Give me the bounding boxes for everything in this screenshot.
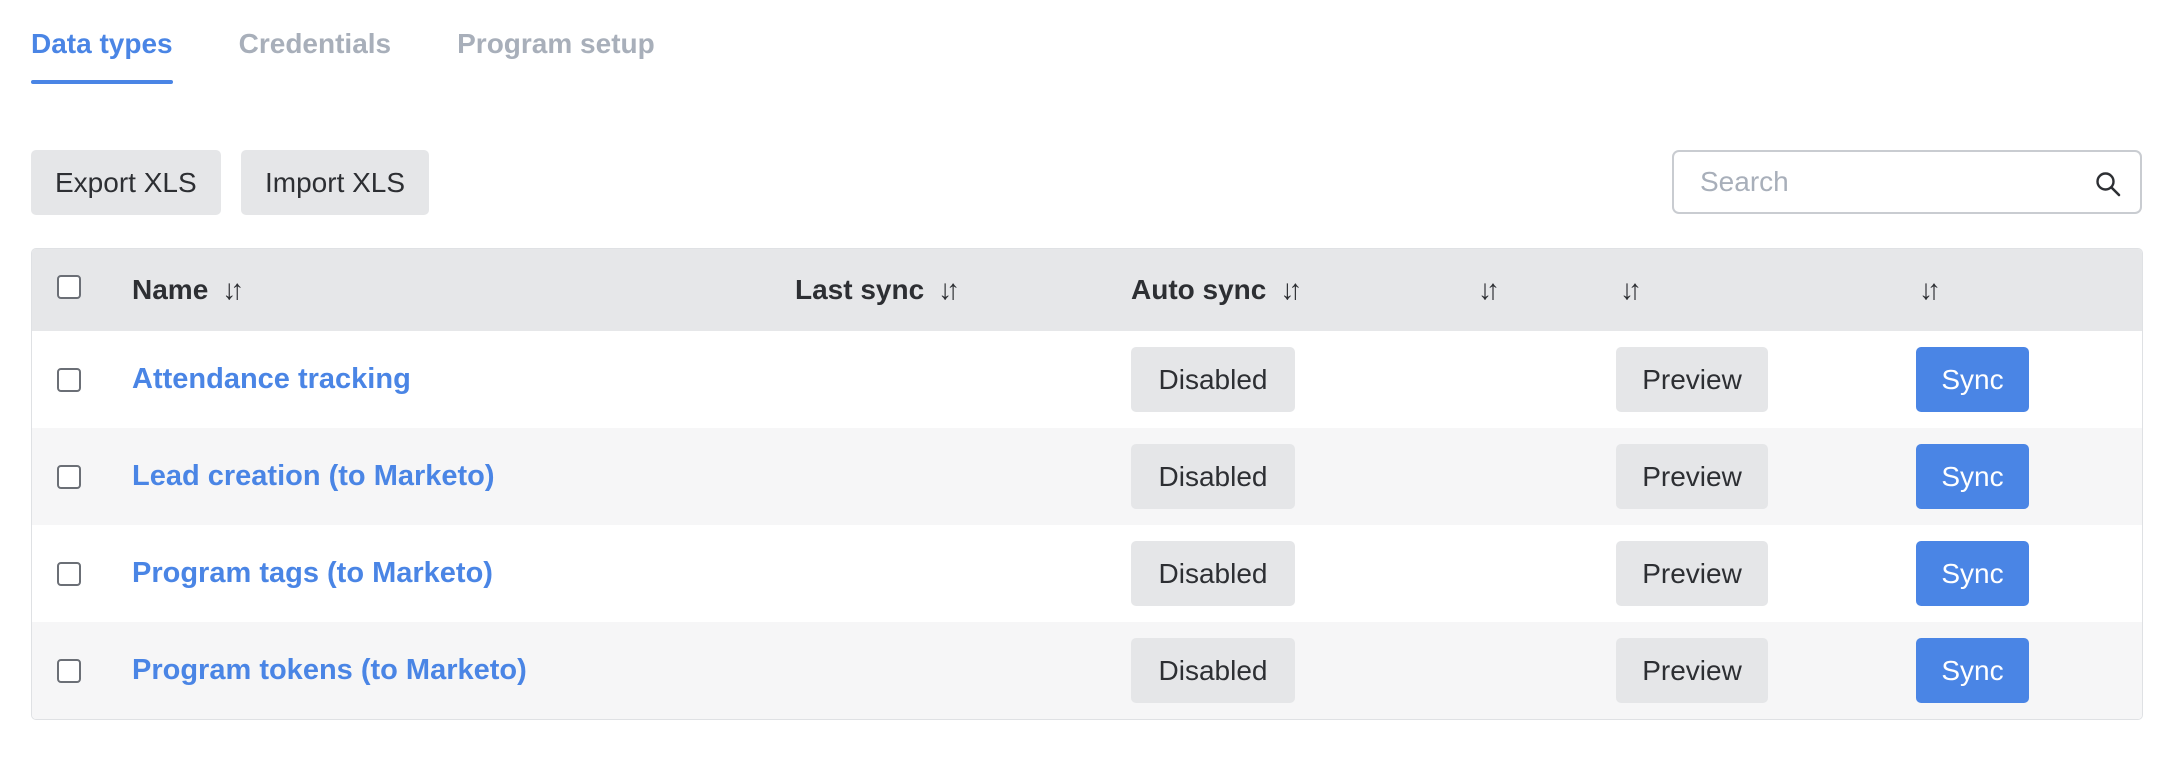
preview-button[interactable]: Preview xyxy=(1616,541,1768,606)
column-header-5[interactable]: ↓↑ xyxy=(1620,249,1642,331)
column-header-auto-sync[interactable]: Auto sync ↓↑ xyxy=(1131,249,1302,331)
tab-data-types[interactable]: Data types xyxy=(31,0,173,84)
sort-icon[interactable]: ↓↑ xyxy=(1478,274,1500,306)
table-row: Program tokens (to Marketo) Disabled Pre… xyxy=(32,622,2142,719)
auto-sync-disabled-button[interactable]: Disabled xyxy=(1131,444,1295,509)
search-input[interactable] xyxy=(1698,165,2082,199)
preview-button[interactable]: Preview xyxy=(1616,347,1768,412)
sync-button[interactable]: Sync xyxy=(1916,541,2029,606)
row-checkbox[interactable] xyxy=(57,465,81,489)
data-type-name-link[interactable]: Program tags (to Marketo) xyxy=(132,525,493,622)
table-header: Name ↓↑ Last sync ↓↑ Auto sync ↓↑ ↓↑ ↓↑ … xyxy=(32,249,2142,331)
data-type-name-link[interactable]: Lead creation (to Marketo) xyxy=(132,428,495,525)
column-header-name[interactable]: Name ↓↑ xyxy=(132,249,244,331)
preview-button[interactable]: Preview xyxy=(1616,638,1768,703)
table-row: Attendance tracking Disabled Preview Syn… xyxy=(32,331,2142,428)
sync-button[interactable]: Sync xyxy=(1916,638,2029,703)
row-checkbox[interactable] xyxy=(57,562,81,586)
sort-icon[interactable]: ↓↑ xyxy=(222,274,244,306)
column-header-6[interactable]: ↓↑ xyxy=(1919,249,1941,331)
sync-button[interactable]: Sync xyxy=(1916,347,2029,412)
table-row: Lead creation (to Marketo) Disabled Prev… xyxy=(32,428,2142,525)
auto-sync-disabled-button[interactable]: Disabled xyxy=(1131,347,1295,412)
tab-credentials[interactable]: Credentials xyxy=(239,0,392,84)
column-header-4[interactable]: ↓↑ xyxy=(1478,249,1500,331)
auto-sync-disabled-button[interactable]: Disabled xyxy=(1131,541,1295,606)
search-icon[interactable] xyxy=(2094,170,2122,198)
select-all-checkbox[interactable] xyxy=(57,275,81,299)
auto-sync-disabled-button[interactable]: Disabled xyxy=(1131,638,1295,703)
data-type-name-link[interactable]: Program tokens (to Marketo) xyxy=(132,622,527,719)
row-checkbox[interactable] xyxy=(57,659,81,683)
import-xls-button[interactable]: Import XLS xyxy=(241,150,430,215)
sort-icon[interactable]: ↓↑ xyxy=(938,274,960,306)
export-xls-button[interactable]: Export XLS xyxy=(31,150,221,215)
sync-button[interactable]: Sync xyxy=(1916,444,2029,509)
sort-icon[interactable]: ↓↑ xyxy=(1280,274,1302,306)
search-box xyxy=(1672,150,2142,214)
row-checkbox[interactable] xyxy=(57,368,81,392)
preview-button[interactable]: Preview xyxy=(1616,444,1768,509)
sort-icon[interactable]: ↓↑ xyxy=(1919,274,1941,306)
tab-bar: Data types Credentials Program setup xyxy=(31,0,655,86)
tab-program-setup[interactable]: Program setup xyxy=(457,0,655,84)
data-type-name-link[interactable]: Attendance tracking xyxy=(132,331,411,428)
column-header-label: Auto sync xyxy=(1131,274,1267,305)
sort-icon[interactable]: ↓↑ xyxy=(1620,274,1642,306)
data-types-table: Name ↓↑ Last sync ↓↑ Auto sync ↓↑ ↓↑ ↓↑ … xyxy=(31,248,2143,720)
column-header-label: Last sync xyxy=(795,274,925,305)
column-header-label: Name xyxy=(132,274,209,305)
column-header-last-sync[interactable]: Last sync ↓↑ xyxy=(795,249,960,331)
table-row: Program tags (to Marketo) Disabled Previ… xyxy=(32,525,2142,622)
